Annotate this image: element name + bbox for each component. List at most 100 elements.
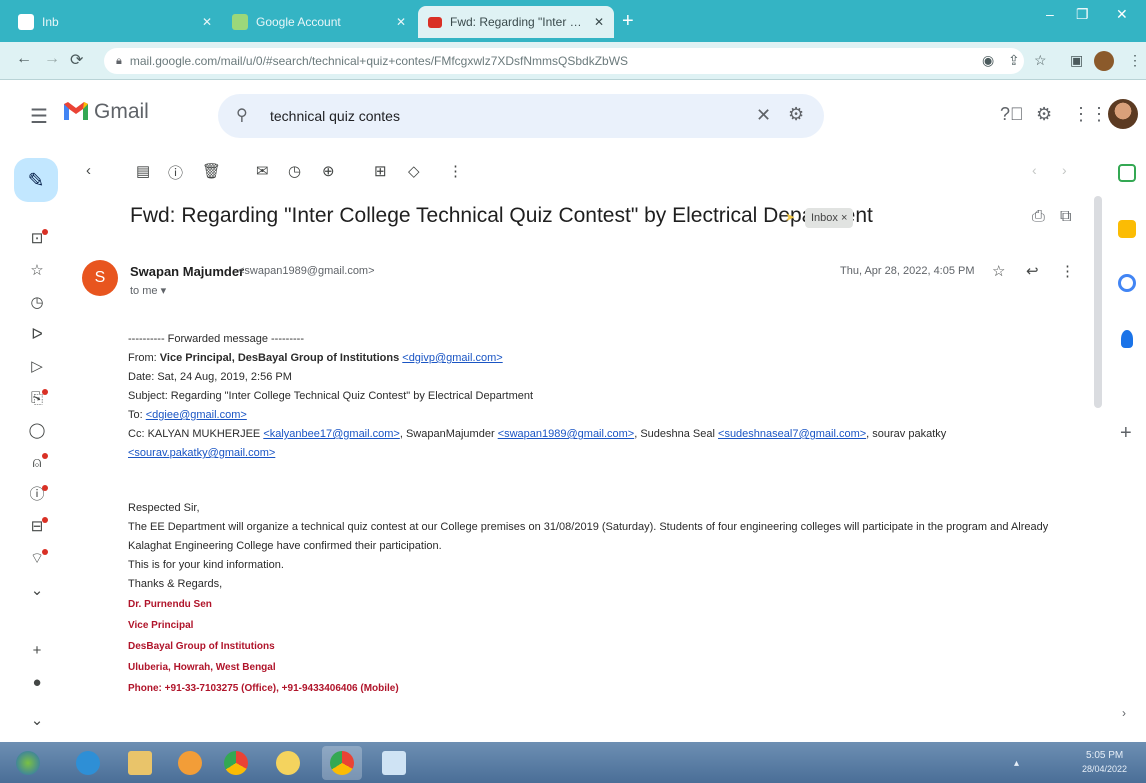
search-options-icon[interactable]: ⚙︎ [788,104,804,125]
snooze-icon[interactable]: ◷ [288,162,301,180]
browser-menu-icon[interactable]: ⋮ [1128,52,1142,69]
cc-email-link[interactable]: <kalyanbee17@gmail.com> [263,428,400,440]
from-email-link[interactable]: <dgivp@gmail.com> [402,352,502,364]
mark-unread-icon[interactable]: ✉ [256,162,269,180]
archive-icon[interactable]: ▤ [136,162,150,180]
share-icon[interactable]: ⇪ [1008,52,1020,69]
cc-name: , SwapanMajumder [399,428,495,440]
main-menu-icon[interactable]: ☰ [30,104,48,129]
account-avatar[interactable] [1108,99,1138,129]
chat-icon[interactable]: ● [26,672,48,694]
address-bar[interactable]: 🔒︎ mail.google.com/mail/u/0/#search/tech… [104,48,1024,74]
tasks-icon[interactable] [1118,274,1136,292]
contacts-icon[interactable] [1121,330,1133,348]
url-text: mail.google.com/mail/u/0/#search/technic… [129,54,629,68]
star-icon[interactable]: ☆ [992,262,1005,280]
scrollbar-thumb[interactable] [1094,196,1102,408]
start-button[interactable] [8,746,48,780]
calendar-icon[interactable] [1118,164,1136,182]
inbox-label-chip[interactable]: Inbox × [805,208,854,228]
back-icon[interactable]: ← [16,50,32,68]
social-icon[interactable]: ⍝ [26,452,48,474]
forward-icon[interactable]: → [44,50,60,68]
sender-name: Swapan Majumder [130,264,245,279]
clear-search-icon[interactable]: ✕ [756,105,771,126]
promotions-icon[interactable]: ⌔ [26,548,48,570]
delete-icon[interactable]: 🗑︎ [202,162,221,180]
forums-icon[interactable]: ⊟ [26,516,48,538]
starred-icon[interactable]: ☆ [26,260,48,282]
search-icon[interactable]: ⚲ [236,105,248,125]
signature-line: Uluberia, Howrah, West Bengal [128,662,276,673]
minimize-icon[interactable]: – [1046,6,1054,22]
add-to-tasks-icon[interactable]: ⊕ [322,162,335,180]
sent-icon[interactable]: ▷ [26,356,48,378]
snoozed-icon[interactable]: ◷ [26,292,48,314]
greeting: Respected Sir, [128,502,200,514]
windows-taskbar: ▴ 5:05 PM 28/04/2022 [0,742,1146,783]
browser-tab-inbox[interactable]: Inb ✕ [8,6,222,38]
important-icon[interactable]: ᐅ [26,324,48,346]
important-marker-icon[interactable]: ➤ [785,210,795,224]
new-tab-button[interactable]: + [622,10,634,33]
print-icon[interactable]: ⎙ [1032,208,1045,226]
newer-icon[interactable]: ‹ [1032,162,1037,178]
tray-arrow-icon[interactable]: ▴ [1014,758,1019,769]
apps-grid-icon[interactable]: ⋮⋮ [1072,104,1108,125]
browser-tab-active-email[interactable]: Fwd: Regarding "Inter College Te ✕ [418,6,614,38]
messenger-taskbar-icon[interactable] [268,746,308,780]
extensions-icon[interactable]: ▣ [1070,52,1083,69]
media-player-taskbar-icon[interactable] [170,746,210,780]
chrome-active-taskbar-icon[interactable] [322,746,362,780]
restore-icon[interactable]: ❐ [1076,6,1089,23]
browser-tab-google-account[interactable]: Google Account ✕ [222,6,416,38]
internet-explorer-taskbar-icon[interactable] [68,746,108,780]
older-icon[interactable]: › [1062,162,1067,178]
get-addons-icon[interactable]: + [1120,422,1132,445]
cc-email-link[interactable]: <swapan1989@gmail.com> [498,428,635,440]
more-chevron-icon[interactable]: ⌄ [26,580,48,602]
scroll-down-icon[interactable]: ⌄ [26,710,48,732]
sender-avatar[interactable]: S [82,260,118,296]
signature-line: DesBayal Group of Institutions [128,641,275,652]
side-panel: + › [1108,148,1146,742]
notepad-taskbar-icon[interactable] [374,746,414,780]
close-window-icon[interactable]: ✕ [1116,6,1128,23]
browser-profile-avatar[interactable] [1094,51,1114,71]
open-new-window-icon[interactable]: ⧉ [1060,208,1071,226]
reply-icon[interactable]: ↩ [1026,262,1039,280]
reload-icon[interactable]: ⟳ [70,50,83,70]
browser-tab-strip: Inb ✕ Google Account ✕ Fwd: Regarding "I… [0,0,1146,42]
labels-icon[interactable]: ◇ [408,162,420,180]
cc-email-link[interactable]: <sudeshnaseal7@gmail.com> [718,428,866,440]
help-icon[interactable]: ?⃝ [1000,104,1024,125]
clock-time[interactable]: 5:05 PM [1086,750,1123,761]
bookmark-star-icon[interactable]: ☆ [1034,52,1047,69]
close-tab-icon[interactable]: ✕ [594,15,604,29]
email-body: ---------- Forwarded message --------- F… [128,330,1048,699]
report-spam-icon[interactable]: ⓘ [168,162,183,183]
location-icon[interactable]: ◉ [982,52,994,69]
back-to-list-icon[interactable]: ‹ [86,162,91,179]
keep-icon[interactable] [1118,220,1136,238]
recipient-details-toggle[interactable]: to me ▾ [130,284,166,297]
settings-gear-icon[interactable]: ⚙ [1036,104,1052,125]
more-options-icon[interactable]: ⋮ [448,162,463,180]
message-more-icon[interactable]: ⋮ [1060,262,1075,280]
show-side-panel-icon[interactable]: › [1122,706,1126,720]
to-email-link[interactable]: <dgiee@gmail.com> [146,409,247,421]
close-tab-icon[interactable]: ✕ [396,15,406,29]
add-label-icon[interactable]: + [26,640,48,662]
label-icon[interactable]: ◯ [26,420,48,442]
updates-icon[interactable]: ⓘ [26,484,48,506]
cc-email-link[interactable]: <sourav.pakatky@gmail.com> [128,447,275,459]
drafts-icon[interactable]: ⎘ [26,388,48,410]
close-tab-icon[interactable]: ✕ [202,15,212,29]
move-to-icon[interactable]: ⊞ [374,162,387,180]
search-input[interactable] [270,104,730,128]
clock-date[interactable]: 28/04/2022 [1082,764,1127,774]
inbox-icon[interactable]: ⊡ [26,228,48,250]
file-explorer-taskbar-icon[interactable] [120,746,160,780]
compose-button[interactable]: ✎ [14,158,58,202]
chrome-taskbar-icon[interactable] [216,746,256,780]
